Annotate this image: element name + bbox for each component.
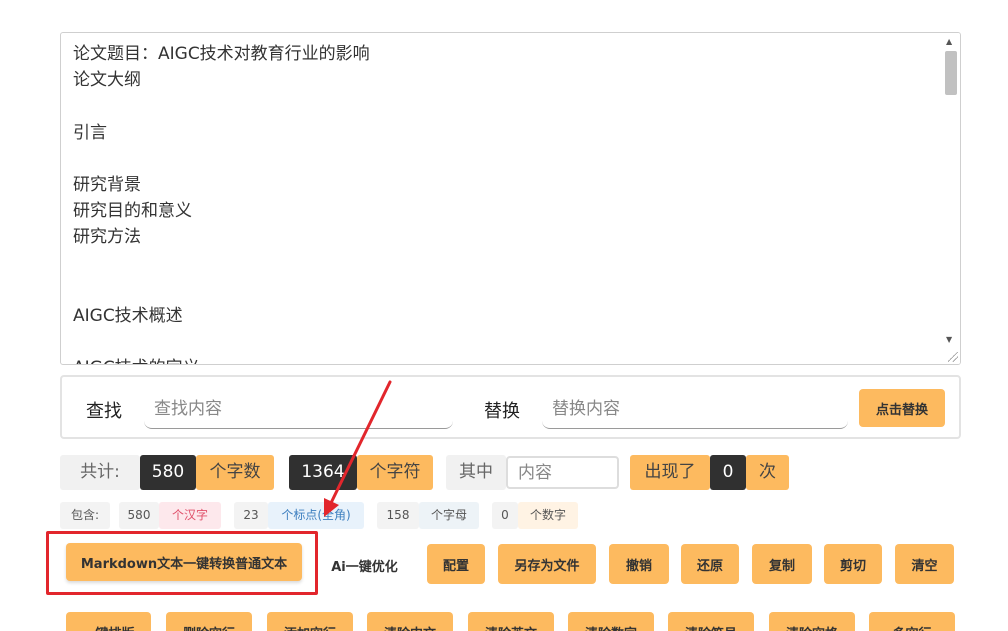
hanzi-unit: 个汉字: [159, 502, 221, 529]
digit-unit: 个数字: [518, 502, 578, 529]
markdown-convert-button[interactable]: Markdown文本一键转换普通文本: [66, 543, 302, 581]
clear-english-button[interactable]: 清除英文: [468, 612, 554, 631]
scroll-down-icon[interactable]: ▼: [946, 335, 952, 344]
editor-line: AIGC技术概述: [73, 306, 183, 327]
find-label: 查找: [86, 401, 122, 422]
save-as-button[interactable]: 另存为文件: [498, 544, 596, 584]
add-blank-lines-button[interactable]: 添加空行: [267, 612, 353, 631]
punct-count: 23: [234, 502, 268, 529]
clear-chinese-button[interactable]: 清除中文: [367, 612, 453, 631]
cut-button[interactable]: 剪切: [824, 544, 882, 584]
undo-button[interactable]: 撤销: [609, 544, 669, 584]
replace-label: 替换: [484, 401, 520, 422]
text-editor[interactable]: 论文题目：AIGC技术对教育行业的影响 论文大纲 引言 研究背景研究目的和意义 研究…: [60, 32, 961, 365]
total-label: 共计:: [60, 455, 140, 490]
clear-button[interactable]: 清空: [895, 544, 954, 584]
among-label: 其中: [446, 455, 506, 490]
char-unit: 个字数: [196, 455, 274, 490]
editor-line: 研究目的和意义: [73, 201, 192, 222]
clear-digits-button[interactable]: 清除数字: [568, 612, 654, 631]
replace-button[interactable]: 点击替换: [859, 389, 945, 427]
editor-line: 研究背景: [73, 175, 141, 196]
editor-line: AIGC技术的定义: [73, 355, 932, 364]
editor-line: 研究方法: [73, 227, 141, 248]
digit-count: 0: [492, 502, 518, 529]
appeared-count: 0: [710, 455, 746, 490]
config-button[interactable]: 配置: [427, 544, 485, 584]
resize-grip-icon[interactable]: [948, 352, 958, 362]
char-count: 580: [140, 455, 196, 490]
find-input[interactable]: [144, 389, 453, 429]
symbol-count: 1364: [289, 455, 357, 490]
clear-symbols-button[interactable]: 清除符号: [668, 612, 754, 631]
match-content-input[interactable]: [506, 456, 619, 489]
editor-content[interactable]: 论文题目：AIGC技术对教育行业的影响 论文大纲 引言 研究背景研究目的和意义 研究…: [73, 41, 932, 364]
editor-line: 论文大纲: [73, 70, 141, 91]
more-blank-lines-button[interactable]: 多空行: [869, 612, 955, 631]
find-replace-panel: 查找 替换 点击替换: [60, 375, 961, 439]
scroll-up-icon[interactable]: ▲: [946, 37, 952, 46]
letter-count: 158: [377, 502, 419, 529]
remove-blank-lines-button[interactable]: 删除空行: [166, 612, 252, 631]
appeared-label: 出现了: [630, 455, 710, 490]
one-click-format-button[interactable]: 一键排版: [66, 612, 151, 631]
times-unit: 次: [746, 455, 789, 490]
redo-button[interactable]: 还原: [681, 544, 739, 584]
copy-button[interactable]: 复制: [752, 544, 812, 584]
symbol-unit: 个字符: [357, 455, 433, 490]
hanzi-count: 580: [119, 502, 159, 529]
editor-line: 引言: [73, 122, 107, 143]
replace-input[interactable]: [542, 389, 848, 429]
editor-line: 论文题目：AIGC技术对教育行业的影响: [73, 44, 370, 64]
letter-unit: 个字母: [419, 502, 479, 529]
ai-optimize-button[interactable]: Ai一键优化: [322, 545, 407, 585]
clear-spaces-button[interactable]: 清除空格: [769, 612, 855, 631]
include-label: 包含:: [60, 502, 110, 529]
scroll-thumb[interactable]: [945, 51, 957, 95]
punct-unit: 个标点(全角): [268, 502, 364, 529]
editor-scrollbar[interactable]: ▲ ▼: [942, 33, 960, 364]
